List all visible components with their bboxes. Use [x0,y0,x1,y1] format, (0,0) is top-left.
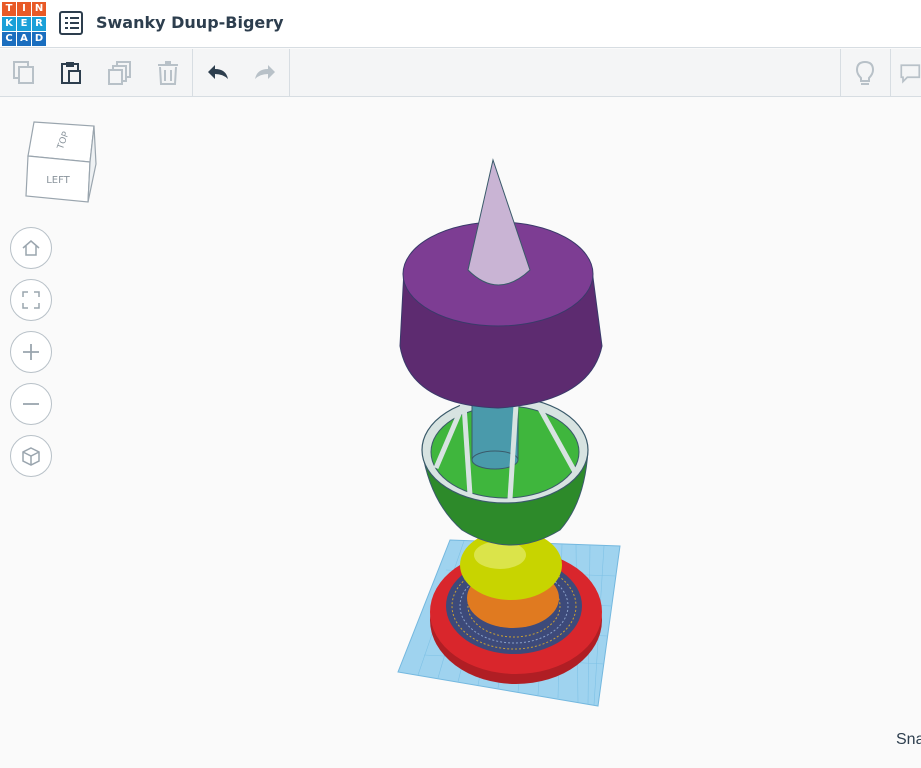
home-view-button[interactable] [10,227,52,269]
duplicate-icon[interactable] [104,57,136,89]
design-title[interactable]: Swanky Duup-Bigery [96,13,284,32]
logo-letter: N [32,2,46,16]
logo-letter: T [2,2,16,16]
delete-icon[interactable] [152,57,184,89]
tinkercad-logo[interactable]: TIN KER CAD [2,2,46,46]
logo-letter: I [17,2,31,16]
copy-icon[interactable] [8,57,40,89]
plus-icon [23,344,39,360]
cube-icon [22,447,40,466]
redo-icon[interactable] [249,57,281,89]
snap-grid-label[interactable]: Sna [896,731,921,749]
logo-letter: R [32,17,46,31]
perspective-button[interactable] [10,435,52,477]
design-list-icon[interactable] [59,11,83,35]
zoom-in-button[interactable] [10,331,52,373]
minus-icon [23,403,39,405]
view-cube[interactable]: TOP LEFT [24,118,98,204]
home-icon [22,240,40,256]
edit-toolbar [0,49,921,97]
logo-letter: E [17,17,31,31]
toolbar-divider [289,49,290,97]
top-header: TIN KER CAD Swanky Duup-Bigery [0,0,921,48]
zoom-out-button[interactable] [10,383,52,425]
logo-letter: K [2,17,16,31]
fit-view-button[interactable] [10,279,52,321]
viewcube-left-label: LEFT [46,175,70,186]
logo-letter: C [2,32,16,46]
logo-letter: D [32,32,46,46]
logo-letter: A [17,32,31,46]
lightbulb-icon[interactable] [849,57,881,89]
fit-icon [22,291,40,309]
toolbar-divider [192,49,193,97]
3d-viewport[interactable] [380,150,640,720]
notes-icon[interactable] [897,57,921,89]
lavender-cone[interactable] [467,158,531,286]
undo-icon[interactable] [202,57,234,89]
toolbar-divider [840,49,841,97]
paste-icon[interactable] [55,57,87,89]
toolbar-divider [890,49,891,97]
green-cone-frustum[interactable] [421,389,589,546]
